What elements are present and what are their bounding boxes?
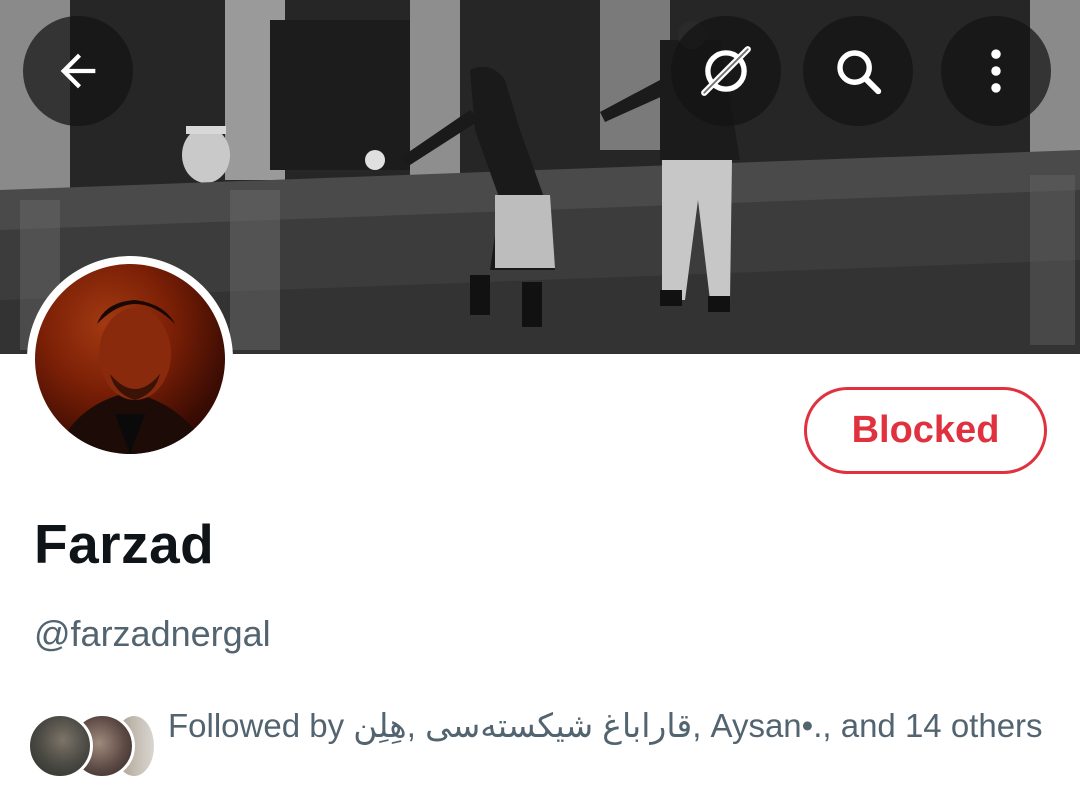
follower-name: Aysan•. [710,707,823,744]
mutual-followers-avatars[interactable] [27,713,157,781]
follower-name: هِلِن [353,707,407,744]
separator: , [406,707,416,744]
followed-by-suffix: , and 14 others [822,707,1043,744]
arrow-left-icon [60,53,96,89]
search-button[interactable] [803,16,913,126]
more-vertical-icon [991,49,1001,93]
back-button[interactable] [23,16,133,126]
separator: , [692,707,702,744]
mutual-follower-avatar [27,713,93,779]
profile-avatar[interactable] [27,256,233,462]
grok-icon [701,46,751,96]
search-icon [837,50,882,95]
blocked-button[interactable]: Blocked [804,387,1047,474]
display-name: Farzad [34,513,215,575]
avatar-image [35,264,225,454]
followed-by-text[interactable]: Followed by هِلِن, قاراباغ شیکسته‌سی, Ay… [168,702,1048,750]
followed-by-prefix: Followed by [168,707,345,744]
grok-button[interactable] [671,16,781,126]
user-handle: @farzadnergal [34,613,271,654]
more-options-button[interactable] [941,16,1051,126]
follower-name: قاراباغ شیکسته‌سی [425,707,693,744]
